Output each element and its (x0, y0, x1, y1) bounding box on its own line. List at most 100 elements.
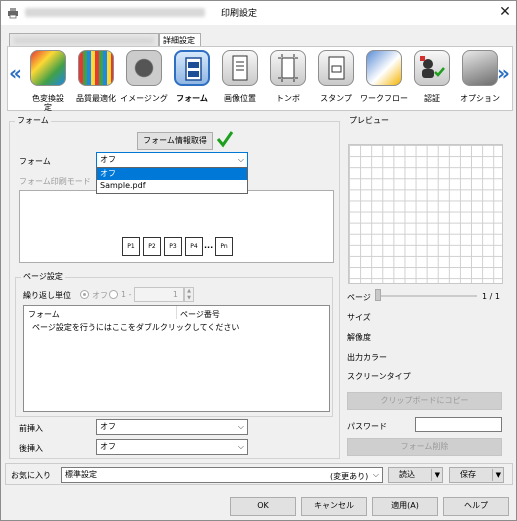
form-dropdown-list: オフ Sample.pdf (96, 167, 248, 194)
chevron-down-icon: ⌵ (237, 155, 244, 164)
screen-type-label: スクリーンタイプ (347, 372, 411, 381)
authentication-icon (414, 50, 450, 86)
toolbar-label: オプション (460, 94, 500, 103)
color-conversion-icon (30, 50, 66, 86)
toolbar-item-image-position[interactable]: 画像位置 (218, 48, 262, 110)
favorites-changed: (変更あり) (330, 472, 369, 481)
chevron-down-icon: ⌵ (237, 422, 244, 431)
toolbar-item-color-conversion[interactable]: 色変換設 定 (26, 48, 70, 112)
toolbar-item-crop-mark[interactable]: トンボ (266, 48, 310, 110)
radio-off-label: オフ (92, 291, 108, 300)
title-bar: 印刷設定 ✕ (1, 1, 516, 25)
favorites-value: 標準設定 (65, 470, 97, 479)
printer-name-redacted (25, 8, 205, 17)
page-lines-icon (232, 55, 248, 81)
page-ellipsis: ... (204, 241, 214, 250)
form-select-value: オフ (100, 155, 116, 164)
split-separator (431, 469, 432, 481)
cancel-button[interactable]: キャンセル (301, 497, 367, 516)
radio-dot (83, 293, 86, 296)
imaging-icon (126, 50, 162, 86)
get-form-info-button[interactable]: フォーム情報取得 (137, 132, 213, 150)
check-icon (216, 131, 234, 148)
page-icon: Pn (215, 237, 233, 256)
ok-button[interactable]: OK (230, 497, 296, 516)
scroll-left-icon[interactable]: « (9, 61, 22, 85)
tab-basic[interactable] (9, 33, 159, 47)
resolution-label: 解像度 (347, 333, 371, 342)
delete-form-button[interactable]: フォーム削除 (347, 438, 502, 456)
toolbar-item-stamp[interactable]: スタンプ (314, 48, 358, 110)
option-icon (462, 50, 498, 86)
stamp-page-icon (328, 56, 345, 80)
load-button[interactable]: 読込 ▼ (388, 467, 443, 483)
quality-grid-icon (78, 50, 114, 86)
save-button[interactable]: 保存 ▼ (449, 467, 504, 483)
front-insert-value: オフ (100, 422, 116, 431)
page-icon: P1 (122, 237, 140, 256)
close-icon[interactable]: ✕ (495, 3, 515, 21)
back-insert-value: オフ (100, 442, 116, 451)
workflow-icon (366, 50, 402, 86)
repeat-unit-label: 繰り返し単位 (23, 291, 71, 300)
col-form-header: フォーム (28, 310, 60, 319)
save-label: 保存 (460, 470, 476, 479)
spin-arrows-icon[interactable]: ▲ ▼ (184, 287, 194, 302)
toolbar-item-quality[interactable]: 品質最適化 (74, 48, 118, 110)
chevron-down-icon: ⌵ (372, 470, 379, 479)
form-select[interactable]: オフ ⌵ (96, 152, 248, 168)
feature-toolbar: « » 色変換設 定 品質最適化 イメージング フォーム 画像位置 トンボ スタ… (7, 46, 513, 112)
tab-basic-label-redacted (14, 37, 154, 44)
page-settings-label: ページ設定 (21, 271, 65, 282)
radio-one[interactable] (109, 290, 118, 299)
page-icon: P3 (164, 237, 182, 256)
split-separator (492, 469, 493, 481)
password-label: パスワード (347, 422, 387, 431)
form-label: フォーム (19, 157, 51, 166)
apply-button[interactable]: 適用(A) (372, 497, 438, 516)
dropdown-option-sample[interactable]: Sample.pdf (97, 180, 247, 192)
back-insert-label: 後挿入 (19, 444, 43, 453)
copy-clipboard-button[interactable]: クリップボードにコピー (347, 392, 502, 410)
toolbar-item-form[interactable]: フォーム (170, 48, 214, 110)
crop-mark-icon (270, 50, 306, 86)
favorites-label: お気に入り (11, 471, 51, 480)
tab-advanced[interactable]: 詳細設定 (159, 33, 201, 47)
repeat-spin-input[interactable]: 1 (134, 287, 184, 302)
form-doc-icon (185, 57, 202, 81)
printer-icon (8, 8, 18, 19)
dropdown-arrow-icon: ▼ (495, 471, 501, 479)
col-divider (176, 306, 177, 319)
crop-page-icon (278, 54, 298, 82)
favorites-select[interactable]: 標準設定 (変更あり) ⌵ (61, 467, 383, 483)
page-label: ページ (347, 293, 371, 302)
stamp-icon (318, 50, 354, 86)
page-count: 1 / 1 (482, 292, 500, 301)
print-settings-dialog: 印刷設定 ✕ 詳細設定 « » 色変換設 定 品質最適化 イメージング フォーム… (0, 0, 517, 521)
toolbar-item-workflow[interactable]: ワークフロー (360, 48, 408, 110)
front-insert-label: 前挿入 (19, 424, 43, 433)
load-label: 読込 (399, 470, 415, 479)
radio-off[interactable] (80, 290, 89, 299)
toolbar-item-authentication[interactable]: 認証 (410, 48, 454, 110)
col-page-header: ページ番号 (180, 310, 220, 319)
form-group-label: フォーム (15, 115, 51, 126)
back-insert-select[interactable]: オフ ⌵ (96, 439, 248, 455)
preview-label: プレビュー (347, 115, 391, 126)
radio-one-label: 1 - (121, 290, 132, 299)
page-settings-list[interactable]: フォーム ページ番号 ページ設定を行うにはここをダブルクリックしてください (23, 305, 330, 412)
dropdown-option-off[interactable]: オフ (97, 168, 247, 180)
toolbar-item-imaging[interactable]: イメージング (120, 48, 168, 110)
page-slider-thumb[interactable] (375, 289, 381, 301)
users-check-icon (420, 56, 445, 78)
chevron-down-icon: ⌵ (237, 442, 244, 451)
spin-value: 1 (172, 290, 178, 299)
help-button[interactable]: ヘルプ (443, 497, 509, 516)
toolbar-item-option[interactable]: オプション (458, 48, 502, 110)
preview-grid (348, 144, 503, 284)
print-mode-label: フォーム印刷モード (19, 177, 91, 186)
password-field[interactable] (415, 417, 502, 432)
form-icon (174, 50, 210, 86)
front-insert-select[interactable]: オフ ⌵ (96, 419, 248, 435)
window-title: 印刷設定 (221, 9, 258, 19)
